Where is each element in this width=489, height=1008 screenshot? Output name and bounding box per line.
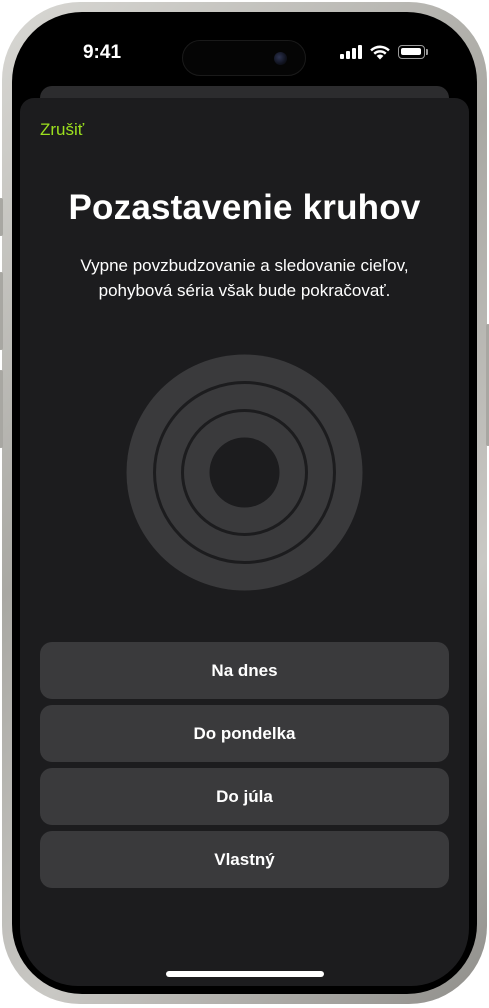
cellular-signal-icon	[340, 45, 362, 59]
option-until-monday-button[interactable]: Do pondelka	[40, 705, 449, 762]
volume-up-button	[0, 272, 3, 350]
status-bar: 9:41	[20, 20, 469, 84]
home-indicator[interactable]	[166, 971, 324, 977]
option-today-button[interactable]: Na dnes	[40, 642, 449, 699]
page-subtitle: Vypne povzbudzovanie a sledovanie cieľov…	[50, 253, 439, 303]
status-time: 9:41	[82, 42, 122, 63]
subtitle-line-2: pohybová séria však bude pokračovať.	[98, 281, 391, 300]
activity-rings-icon	[126, 354, 363, 591]
volume-down-button	[0, 370, 3, 448]
front-camera-icon	[274, 52, 287, 65]
dynamic-island	[182, 40, 306, 76]
option-until-july-button[interactable]: Do júla	[40, 768, 449, 825]
wifi-icon	[370, 45, 390, 60]
option-custom-button[interactable]: Vlastný	[40, 831, 449, 888]
status-icons	[340, 44, 432, 60]
battery-icon	[398, 45, 428, 59]
cancel-button[interactable]: Zrušiť	[40, 120, 84, 140]
action-button	[0, 198, 3, 236]
page-title: Pozastavenie kruhov	[68, 188, 421, 227]
subtitle-line-1: Vypne povzbudzovanie a sledovanie cieľov…	[80, 256, 409, 275]
screen: 9:41 Zrušiť Pozastavenie kruhov Vypne po…	[20, 20, 469, 986]
